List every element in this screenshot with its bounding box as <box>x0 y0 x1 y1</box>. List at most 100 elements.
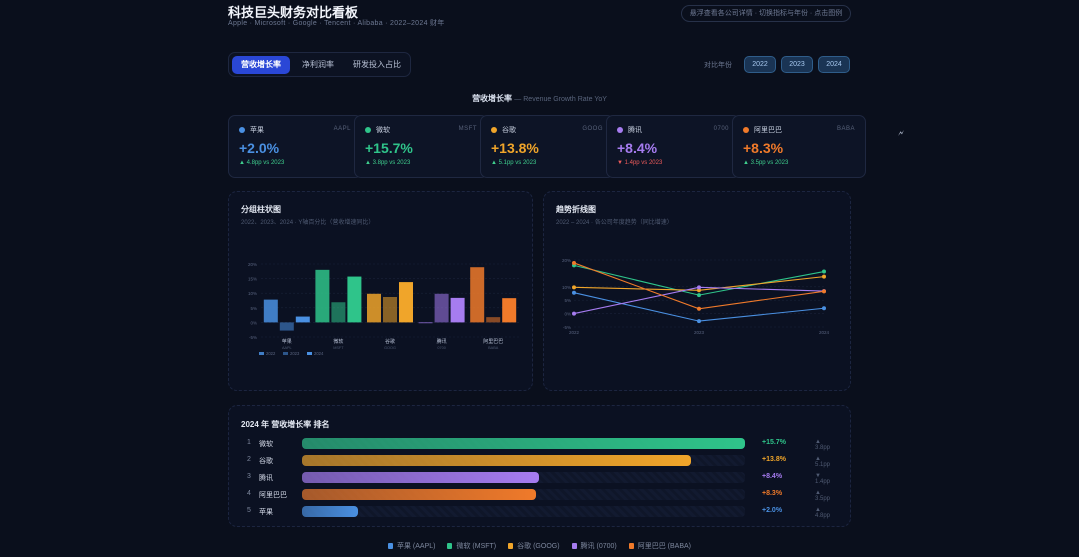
trend-line-chart: 20%10%5%0%-5%2022 2023 2024 <box>562 258 830 335</box>
legend-swatch <box>508 543 514 549</box>
rank-value: +15.7% <box>762 439 786 446</box>
year-filter-label: 对比年份 <box>704 62 732 69</box>
bar-legend-label: 2023 <box>290 351 300 356</box>
company-dot <box>239 127 245 133</box>
series-point <box>822 269 826 274</box>
ranking-row[interactable]: 3 腾讯 +8.4% ▼ 1.4pp <box>229 472 830 486</box>
growth-value: +2.0% <box>239 140 280 156</box>
bar-legend-swatch <box>283 352 288 355</box>
line-chart-panel: 趋势折线图 2022 – 2024 · 各公司年度趋势（同比增速） 20% 10%… <box>543 191 851 391</box>
rank-number: 3 <box>247 473 251 480</box>
series-point <box>697 306 701 311</box>
kpi-card[interactable]: 阿里巴巴 BABA +8.3% ▲ 3.5pp vs 2023 <box>732 115 866 178</box>
rank-bar-track <box>302 455 745 466</box>
x-tick-label: 2023 <box>694 330 705 335</box>
kpi-card[interactable]: 谷歌 GOOG +13.8% ▲ 5.1pp vs 2023 <box>480 115 614 178</box>
rank-value: +8.3% <box>762 490 783 497</box>
bar-chart-panel: 分组柱状图 2022、2023、2024 · Y轴百分比（营收增速同比） 20%… <box>228 191 533 391</box>
legend-item[interactable]: 腾讯 (0700) <box>571 543 617 550</box>
rank-company: 阿里巴巴 <box>259 492 287 499</box>
company-name: 谷歌 <box>502 127 516 134</box>
rank-company: 腾讯 <box>259 475 273 482</box>
legend-label: 阿里巴巴 (BABA) <box>637 543 692 550</box>
pointer-cursor-icon: 🗲 <box>898 128 904 138</box>
rank-value: +8.4% <box>762 473 783 480</box>
y-tick-label: 0% <box>250 320 257 325</box>
legend-item[interactable]: 微软 (MSFT) <box>447 543 496 550</box>
growth-delta: ▲ 5.1pp vs 2023 <box>491 160 537 166</box>
rank-bar-track <box>302 506 745 517</box>
legend-label: 谷歌 (GOOG) <box>517 543 560 550</box>
legend-item[interactable]: 谷歌 (GOOG) <box>508 543 560 550</box>
bar <box>450 297 465 323</box>
bar <box>279 322 294 331</box>
y-tick-label: 5% <box>564 298 571 303</box>
bar <box>502 298 517 323</box>
x-category-label: 谷歌 <box>385 338 395 345</box>
tab-net-margin[interactable]: 净利润率 <box>292 56 344 74</box>
rank-number: 4 <box>247 490 251 497</box>
bar <box>331 302 346 323</box>
legend-swatch <box>628 543 634 549</box>
company-ticker: AAPL <box>333 126 351 132</box>
y-tick-label: 5% <box>250 306 257 311</box>
ranking-row[interactable]: 4 阿里巴巴 +8.3% ▲ 3.5pp <box>229 489 830 503</box>
company-name: 阿里巴巴 <box>754 127 782 134</box>
company-ticker: GOOG <box>582 126 603 132</box>
rank-company: 谷歌 <box>259 458 273 465</box>
hint-badge: 悬浮查看各公司详情 · 切换指标与年份 · 点击图例 <box>681 5 851 22</box>
company-ticker: 0700 <box>713 126 729 132</box>
growth-delta: ▲ 3.5pp vs 2023 <box>743 160 789 166</box>
y-tick-label: 15% <box>248 277 257 282</box>
growth-value: +15.7% <box>365 140 413 156</box>
x-category-label: 苹果 <box>282 338 292 345</box>
ranking-row[interactable]: 1 微软 +15.7% ▲ 3.8pp <box>229 438 830 452</box>
kpi-card[interactable]: 苹果 AAPL +2.0% ▲ 4.8pp vs 2023 <box>228 115 362 178</box>
company-dot <box>743 127 749 133</box>
rank-bar-fill <box>302 438 745 449</box>
y-tick-label: 10% <box>248 291 257 296</box>
rank-delta: ▲ 5.1pp <box>815 456 831 468</box>
bar <box>295 316 310 323</box>
ranking-row[interactable]: 5 苹果 +2.0% ▲ 4.8pp <box>229 506 831 520</box>
growth-delta: ▲ 3.8pp vs 2023 <box>365 160 411 166</box>
ranking-row[interactable]: 2 谷歌 +13.8% ▲ 5.1pp <box>229 455 831 469</box>
bar <box>418 322 433 324</box>
x-category-label: 阿里巴巴 <box>483 338 503 345</box>
growth-value: +8.3% <box>743 140 784 156</box>
rank-bar-fill <box>302 455 692 466</box>
bar-legend-swatch <box>307 352 312 355</box>
bar <box>383 296 397 323</box>
rank-value: +13.8% <box>762 456 786 463</box>
series-point <box>572 290 576 295</box>
growth-value: +13.8% <box>491 140 539 156</box>
rank-number: 5 <box>247 507 251 514</box>
year-button-2022[interactable]: 2022 <box>744 56 776 73</box>
kpi-card[interactable]: 微软 MSFT +15.7% ▲ 3.8pp vs 2023 <box>354 115 488 178</box>
legend-item[interactable]: 苹果 (AAPL) <box>387 543 435 550</box>
rank-bar-track <box>302 489 745 500</box>
legend-label: 腾讯 (0700) <box>580 543 617 550</box>
company-name: 苹果 <box>250 127 264 134</box>
year-button-2023[interactable]: 2023 <box>781 56 813 73</box>
series-point <box>572 260 576 265</box>
rank-bar-fill <box>302 472 540 483</box>
rank-number: 1 <box>247 439 251 446</box>
legend-swatch <box>571 543 577 549</box>
y-tick-label: 20% <box>248 262 257 267</box>
tab-revenue-growth[interactable]: 营收增长率 <box>232 56 290 74</box>
company-dot <box>365 127 371 133</box>
legend-item[interactable]: 阿里巴巴 (BABA) <box>628 543 692 550</box>
kpi-card[interactable]: 腾讯 0700 +8.4% ▼ 1.4pp vs 2023 <box>606 115 740 178</box>
section-title: 营收增长率 — Revenue Growth Rate YoY <box>0 93 1079 104</box>
year-button-2024[interactable]: 2024 <box>818 56 850 73</box>
series-point <box>697 293 701 298</box>
company-legend: 苹果 (AAPL) 微软 (MSFT) 谷歌 (GOOG) 腾讯 (0700) 阿里巴巴… <box>0 541 1079 551</box>
rank-delta: ▲ 4.8pp <box>815 507 831 519</box>
company-ticker: MSFT <box>458 126 477 132</box>
company-ticker: BABA <box>836 126 855 132</box>
series-point <box>697 319 701 324</box>
tab-rd-ratio[interactable]: 研发投入占比 <box>346 56 408 74</box>
rank-value: +2.0% <box>762 507 783 514</box>
x-tick-label: 2022 <box>569 330 580 335</box>
